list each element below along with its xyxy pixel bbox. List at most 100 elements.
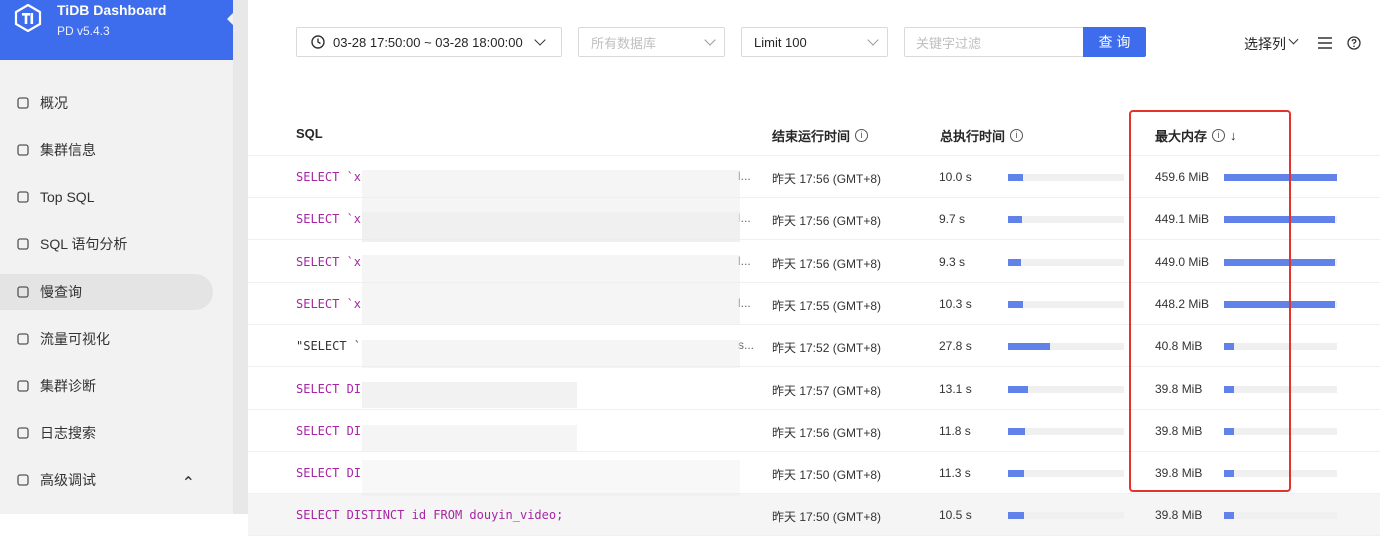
limit-select[interactable]: Limit 100 <box>741 27 888 57</box>
tidb-logo-icon <box>14 4 42 32</box>
total-time-cell: 27.8 s <box>939 339 972 354</box>
total-time-bar-fill <box>1008 216 1022 224</box>
limit-value: Limit 100 <box>754 34 807 50</box>
sidebar-item[interactable]: SQL 语句分析 <box>0 226 213 262</box>
column-header-total-time[interactable]: 总执行时间 i <box>940 126 1024 145</box>
sidebar-item[interactable]: Top SQL <box>0 179 213 215</box>
max-memory-cell: 39.8 MiB <box>1155 508 1203 523</box>
cluster-icon <box>16 143 30 157</box>
total-time-cell: 9.7 s <box>939 212 966 227</box>
total-time-cell: 13.1 s <box>939 381 972 396</box>
end-time-cell: 昨天 17:56 (GMT+8) <box>772 172 882 186</box>
end-time-cell: 昨天 17:50 (GMT+8) <box>772 510 882 525</box>
sidebar-item[interactable]: 集群诊断 <box>0 368 213 404</box>
sidebar-item[interactable]: 概况 <box>0 85 213 121</box>
eye-icon <box>16 332 30 346</box>
header-label: 总执行时间 <box>940 129 1006 144</box>
keyword-filter-input[interactable]: 关键字过滤 <box>904 27 1084 57</box>
help-icon[interactable] <box>1347 36 1361 50</box>
brand-title: TiDB Dashboard <box>57 2 167 18</box>
total-time-cell: 9.3 s <box>939 254 966 269</box>
clock-icon <box>311 35 325 49</box>
total-time-bar <box>1008 216 1124 224</box>
database-placeholder: 所有数据库 <box>591 35 657 51</box>
sidebar-item[interactable]: 慢查询 <box>0 274 213 310</box>
highlight-box <box>1129 110 1291 492</box>
grid-icon <box>16 96 30 110</box>
total-time-bar <box>1008 427 1124 435</box>
column-header-sql[interactable]: SQL <box>296 126 323 141</box>
sidebar-item-label: 集群诊断 <box>40 378 96 394</box>
total-time-bar <box>1008 174 1124 181</box>
sql-text: SELECT DI <box>296 423 362 438</box>
total-time-bar <box>1008 258 1124 266</box>
sidebar-item[interactable]: 高级调试 ⌃ <box>0 462 213 498</box>
sidebar-item[interactable]: 集群信息 <box>0 132 213 168</box>
end-time-cell: 昨天 17:56 (GMT+8) <box>772 214 882 229</box>
sql-text: SELECT `x <box>296 170 362 184</box>
chevron-down-icon <box>867 34 879 46</box>
database-select[interactable]: 所有数据库 <box>578 27 725 57</box>
time-range-picker[interactable]: 03-28 17:50:00 ~ 03-28 18:00:00 <box>296 27 562 57</box>
select-columns-button[interactable]: 选择列 <box>1244 34 1286 54</box>
total-time-bar-fill <box>1008 427 1025 435</box>
sidebar-item-label: 流量可视化 <box>40 331 110 347</box>
total-time-bar-fill <box>1008 470 1024 478</box>
total-time-cell: 10.0 s <box>939 170 972 184</box>
sidebar-item-label: 高级调试 <box>40 472 96 488</box>
end-time-cell: 昨天 17:56 (GMT+8) <box>772 425 882 440</box>
chevron-down-icon <box>534 34 546 46</box>
info-icon[interactable]: i <box>855 129 869 142</box>
total-time-cell: 11.8 s <box>939 423 971 438</box>
sql-text: SELECT `x <box>296 296 362 311</box>
total-time-bar <box>1008 470 1124 478</box>
total-time-bar-fill <box>1008 385 1028 393</box>
end-time-cell: 昨天 17:52 (GMT+8) <box>772 341 882 356</box>
sql-text: SELECT DISTINCT id FROM douyin_video; <box>296 508 564 523</box>
lightning-icon <box>16 237 30 251</box>
total-time-bar <box>1008 512 1124 520</box>
sql-text: "SELECT ` <box>296 339 362 354</box>
query-button[interactable]: 查 询 <box>1083 27 1146 57</box>
sidebar-item-label: 慢查询 <box>40 284 82 300</box>
header-label: 结束运行时间 <box>772 129 851 144</box>
total-time-bar <box>1008 300 1124 308</box>
chevron-down-icon <box>704 34 716 46</box>
info-icon[interactable]: i <box>1010 129 1024 142</box>
total-time-bar-fill <box>1008 300 1023 308</box>
total-time-bar <box>1008 385 1124 393</box>
header-label: SQL <box>296 126 323 141</box>
log-search-icon <box>16 426 30 440</box>
table-row[interactable]: SELECT DISTINCT id FROM douyin_video; 昨天 … <box>248 494 1380 536</box>
total-time-cell: 10.5 s <box>939 508 972 523</box>
sidebar-item-label: SQL 语句分析 <box>40 236 128 252</box>
time-range-value: 03-28 17:50:00 ~ 03-28 18:00:00 <box>333 34 523 50</box>
sidebar-item[interactable]: 流量可视化 <box>0 321 213 357</box>
max-memory-bar-fill <box>1224 512 1234 520</box>
sidebar-item-label: 概况 <box>40 95 68 111</box>
total-time-bar-fill <box>1008 512 1024 520</box>
brand-version: PD v5.4.3 <box>57 24 110 38</box>
keyword-placeholder: 关键字过滤 <box>916 35 982 51</box>
sidebar-item-label: Top SQL <box>40 189 95 205</box>
sidebar-item-label: 日志搜索 <box>40 425 96 441</box>
end-time-cell: 昨天 17:56 (GMT+8) <box>772 256 882 271</box>
column-header-end-time[interactable]: 结束运行时间 i <box>772 126 869 145</box>
bug-icon <box>16 473 30 487</box>
ellipsis: s... <box>738 338 755 353</box>
brand-header[interactable]: TiDB Dashboard PD v5.4.3 <box>0 0 233 60</box>
chevron-up-icon[interactable]: ⌃ <box>182 473 195 493</box>
rocket-icon <box>16 285 30 299</box>
total-time-cell: 10.3 s <box>939 296 972 311</box>
sidebar-item[interactable]: 日志搜索 <box>0 415 213 451</box>
menu-icon[interactable] <box>1318 37 1332 49</box>
sql-text: SELECT DI <box>296 466 362 481</box>
bar-chart-icon <box>16 190 30 204</box>
end-time-cell: 昨天 17:57 (GMT+8) <box>772 383 882 398</box>
end-time-cell: 昨天 17:50 (GMT+8) <box>772 468 882 483</box>
total-time-bar-fill <box>1008 174 1023 181</box>
max-memory-bar <box>1224 512 1337 520</box>
total-time-bar-fill <box>1008 343 1050 351</box>
sql-text: SELECT `x <box>296 212 362 227</box>
sidebar-scrollbar[interactable] <box>233 0 248 514</box>
